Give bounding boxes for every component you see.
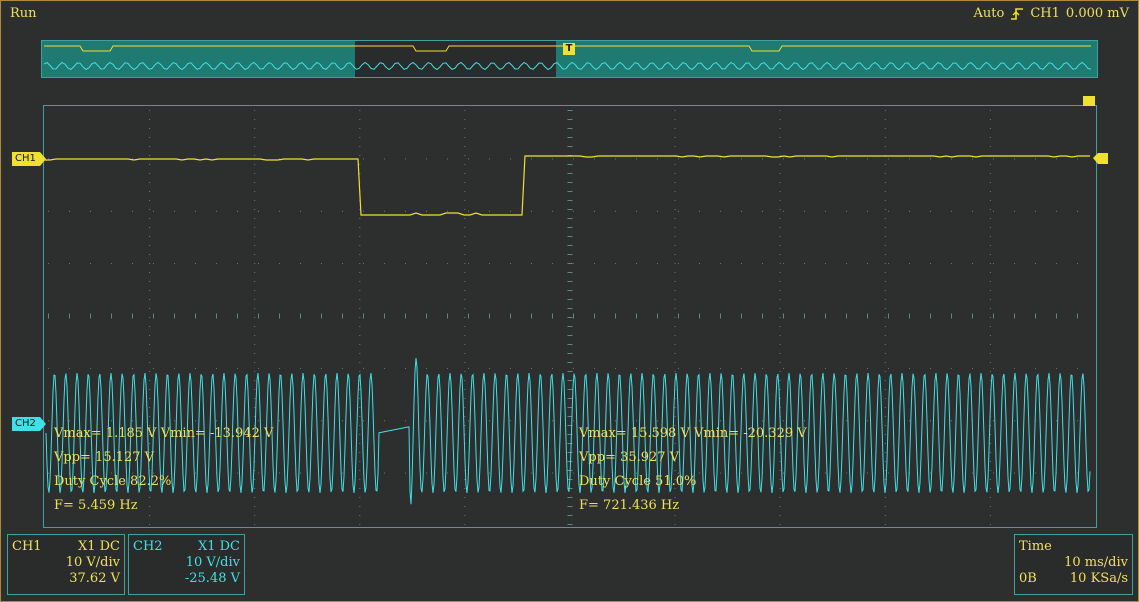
ch1-coupling: X1 DC [78, 539, 120, 554]
meas-right-vmax-vmin: Vmax= 15.598 V Vmin= -20.329 V [579, 422, 807, 446]
time-scale: 10 ms/div [1064, 555, 1128, 570]
ch2-coupling: X1 DC [198, 539, 240, 554]
ch1-panel-name: CH1 [12, 539, 42, 554]
ch1-trace [44, 156, 1090, 215]
horizontal-position-marker[interactable] [1083, 96, 1095, 106]
ch2-offset: -25.48 V [185, 571, 240, 586]
ch1-offset: 37.62 V [69, 571, 120, 586]
ch1-settings-panel[interactable]: CH1 X1 DC 10 V/div 37.62 V [7, 534, 125, 595]
meas-right-vpp: Vpp= 35.927 V [579, 446, 807, 470]
meas-left-freq: F= 5.459 Hz [54, 494, 273, 518]
ch1-tag[interactable]: CH1 [12, 152, 40, 166]
measurements-right: Vmax= 15.598 V Vmin= -20.329 V Vpp= 35.9… [579, 422, 807, 518]
time-panel-name: Time [1019, 539, 1052, 554]
meas-right-freq: F= 721.436 Hz [579, 494, 807, 518]
sample-rate: 10 KSa/s [1070, 571, 1128, 586]
ch2-tag[interactable]: CH2 [12, 417, 40, 431]
ch2-settings-panel[interactable]: CH2 X1 DC 10 V/div -25.48 V [128, 534, 245, 595]
meas-left-vpp: Vpp= 15.127 V [54, 446, 273, 470]
ch2-panel-name: CH2 [133, 539, 163, 554]
meas-left-duty: Duty Cycle 82.2% [54, 470, 273, 494]
trigger-level-marker[interactable] [1098, 153, 1108, 164]
meas-left-vmax-vmin: Vmax= 1.185 V Vmin= -13.942 V [54, 422, 273, 446]
trigger-position-marker[interactable]: T [563, 43, 575, 55]
time-settings-panel[interactable]: Time 10 ms/div 0B 10 KSa/s [1014, 534, 1133, 595]
ch1-scale: 10 V/div [66, 555, 120, 570]
meas-right-duty: Duty Cycle 51.0% [579, 470, 807, 494]
measurements-left: Vmax= 1.185 V Vmin= -13.942 V Vpp= 15.12… [54, 422, 273, 518]
ch2-scale: 10 V/div [186, 555, 240, 570]
overview-ch2-trace [44, 63, 1091, 70]
memory-depth: 0B [1019, 571, 1037, 586]
